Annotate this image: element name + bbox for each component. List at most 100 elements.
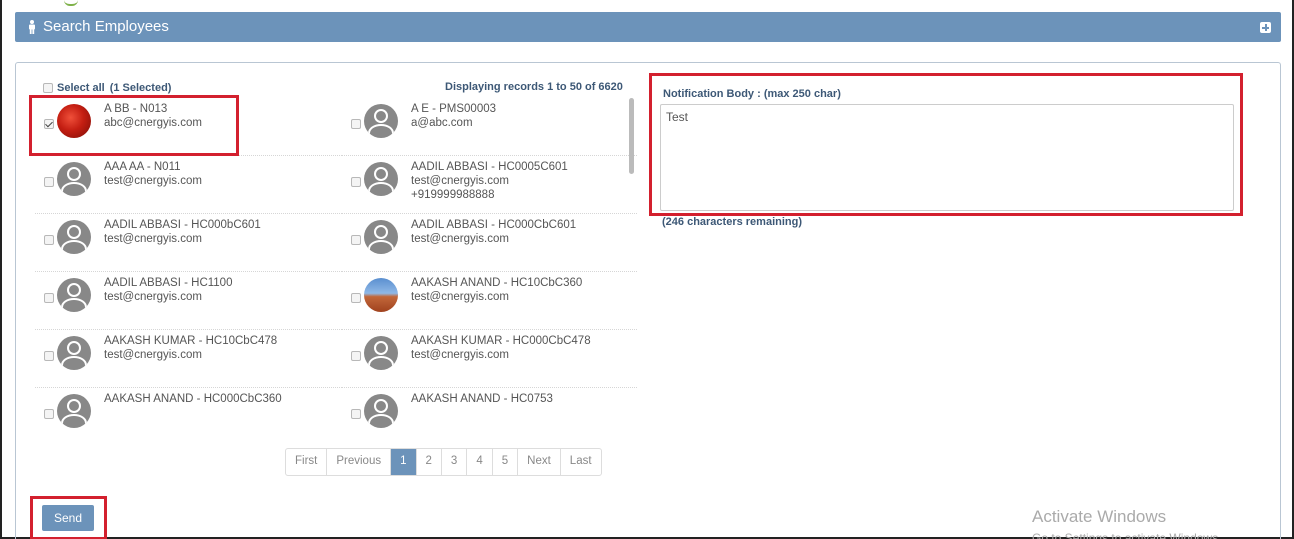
employee-info: AAA AA - N011 test@cnergyis.com [104, 160, 202, 188]
employee-checkbox[interactable] [44, 351, 54, 361]
select-all-label: Select all [57, 82, 105, 94]
expand-icon[interactable] [1260, 22, 1271, 33]
employee-item[interactable]: AAKASH ANAND - HC000CbC360 [35, 388, 342, 428]
employee-info: AADIL ABBASI - HC000bC601 test@cnergyis.c… [104, 218, 261, 246]
employee-name: A E - PMS00003 [411, 103, 497, 115]
employee-name: AAKASH ANAND - HC10CbC360 [411, 277, 583, 289]
employee-name: AAKASH ANAND - HC000CbC360 [104, 393, 282, 405]
page-2-button[interactable]: 2 [417, 449, 442, 475]
page-first-button[interactable]: First [286, 449, 328, 475]
characters-remaining: (246 characters remaining) [662, 216, 803, 228]
employee-checkbox[interactable] [44, 177, 54, 187]
employee-item[interactable]: AADIL ABBASI - HC1100 test@cnergyis.com [35, 272, 342, 330]
page-1-button[interactable]: 1 [391, 449, 417, 475]
employee-checkbox[interactable] [351, 409, 361, 419]
employee-checkbox[interactable] [351, 119, 361, 129]
employee-item[interactable]: AAKASH KUMAR - HC000CbC478 test@cnergyis.… [342, 330, 637, 388]
employee-name: AAKASH ANAND - HC0753 [411, 393, 553, 405]
records-info: Displaying records 1 to 50 of 6620 [445, 81, 623, 93]
employee-email: test@cnergyis.com [411, 291, 509, 303]
employee-item[interactable]: AAA AA - N011 test@cnergyis.com [35, 156, 342, 214]
employee-info: AAKASH ANAND - HC10CbC360 test@cnergyis.c… [411, 276, 582, 304]
employee-item[interactable]: AADIL ABBASI - HC000bC601 test@cnergyis.c… [35, 214, 342, 272]
avatar [57, 336, 91, 370]
employee-checkbox[interactable] [351, 235, 361, 245]
page-next-button[interactable]: Next [518, 449, 561, 475]
employee-checkbox[interactable] [44, 409, 54, 419]
page-5-button[interactable]: 5 [493, 449, 519, 475]
avatar [364, 104, 398, 138]
employee-checkbox[interactable] [44, 119, 54, 129]
employee-info: AADIL ABBASI - HC1100 test@cnergyis.com [104, 276, 232, 304]
employee-item[interactable]: AAKASH KUMAR - HC10CbC478 test@cnergyis.c… [35, 330, 342, 388]
employee-phone: +919999988888 [411, 189, 495, 201]
avatar [364, 278, 398, 312]
employee-item[interactable]: A E - PMS00003 a@abc.com [342, 98, 637, 156]
panel-title: Search Employees [43, 18, 169, 35]
employee-list[interactable]: A BB - N013 abc@cnergyis.com A E - PMS0000… [35, 98, 637, 428]
employee-checkbox[interactable] [351, 293, 361, 303]
employee-checkbox[interactable] [351, 177, 361, 187]
page-3-button[interactable]: 3 [442, 449, 468, 475]
employee-info: AAKASH KUMAR - HC000CbC478 test@cnergyis.… [411, 334, 591, 362]
employee-checkbox[interactable] [44, 293, 54, 303]
employee-item[interactable]: AADIL ABBASI - HC0005C601 test@cnergyis.c… [342, 156, 637, 214]
avatar [57, 220, 91, 254]
person-icon [29, 20, 35, 34]
select-all-control[interactable]: Select all (1 Selected) [43, 82, 171, 94]
list-scrollbar[interactable] [629, 98, 634, 174]
avatar [57, 104, 91, 138]
watermark-subtitle: Go to Settings to activate Windows. [1032, 531, 1222, 539]
search-employees-header[interactable]: Search Employees [15, 12, 1281, 42]
selected-count: (1 Selected) [109, 82, 172, 94]
employee-info: A E - PMS00003 a@abc.com [411, 102, 496, 130]
avatar [57, 394, 91, 428]
employee-name: A BB - N013 [104, 103, 168, 115]
activate-windows-watermark: Activate Windows Go to Settings to activ… [1032, 507, 1221, 539]
employee-checkbox[interactable] [44, 235, 54, 245]
employee-info: AADIL ABBASI - HC0005C601 test@cnergyis.c… [411, 160, 568, 202]
employee-email: test@cnergyis.com [104, 175, 202, 187]
send-button[interactable]: Send [42, 505, 94, 531]
employee-item[interactable]: AADIL ABBASI - HC000CbC601 test@cnergyis.… [342, 214, 637, 272]
employee-name: AAKASH KUMAR - HC10CbC478 [104, 335, 278, 347]
employee-name: AAA AA - N011 [104, 161, 181, 173]
notification-body-label: Notification Body : (max 250 char) [663, 88, 841, 100]
avatar [364, 394, 398, 428]
select-all-checkbox[interactable] [43, 83, 53, 93]
employee-info: A BB - N013 abc@cnergyis.com [104, 102, 202, 130]
employee-email: test@cnergyis.com [104, 233, 202, 245]
avatar [364, 336, 398, 370]
employee-name: AADIL ABBASI - HC000CbC601 [411, 219, 577, 231]
employee-grid: A BB - N013 abc@cnergyis.com A E - PMS0000… [35, 98, 637, 428]
employee-info: AAKASH KUMAR - HC10CbC478 test@cnergyis.c… [104, 334, 277, 362]
notification-body-input[interactable]: Test [660, 104, 1234, 211]
employee-email: abc@cnergyis.com [104, 117, 202, 129]
employee-email: test@cnergyis.com [104, 349, 202, 361]
avatar [364, 220, 398, 254]
employee-email: test@cnergyis.com [104, 291, 202, 303]
employee-name: AADIL ABBASI - HC000bC601 [104, 219, 261, 231]
employee-item[interactable]: AAKASH ANAND - HC0753 [342, 388, 637, 428]
employee-email: a@abc.com [411, 117, 473, 129]
avatar [57, 278, 91, 312]
pagination: First Previous 1 2 3 4 5 Next Last [285, 448, 602, 476]
employee-name: AAKASH KUMAR - HC000CbC478 [411, 335, 591, 347]
employee-info: AAKASH ANAND - HC000CbC360 [104, 392, 282, 406]
employee-info: AADIL ABBASI - HC000CbC601 test@cnergyis.… [411, 218, 576, 246]
employee-item[interactable]: AAKASH ANAND - HC10CbC360 test@cnergyis.c… [342, 272, 637, 330]
employee-name: AADIL ABBASI - HC0005C601 [411, 161, 568, 173]
employee-info: AAKASH ANAND - HC0753 [411, 392, 553, 406]
page-last-button[interactable]: Last [561, 449, 601, 475]
avatar [364, 162, 398, 196]
employee-item[interactable]: A BB - N013 abc@cnergyis.com [35, 98, 342, 156]
employee-checkbox[interactable] [351, 351, 361, 361]
watermark-title: Activate Windows [1032, 507, 1167, 526]
employee-email: test@cnergyis.com [411, 349, 509, 361]
avatar [57, 162, 91, 196]
page-4-button[interactable]: 4 [467, 449, 493, 475]
employee-email: test@cnergyis.com [411, 233, 509, 245]
page-previous-button[interactable]: Previous [327, 449, 392, 475]
employee-email: test@cnergyis.com [411, 175, 509, 187]
employee-name: AADIL ABBASI - HC1100 [104, 277, 233, 289]
